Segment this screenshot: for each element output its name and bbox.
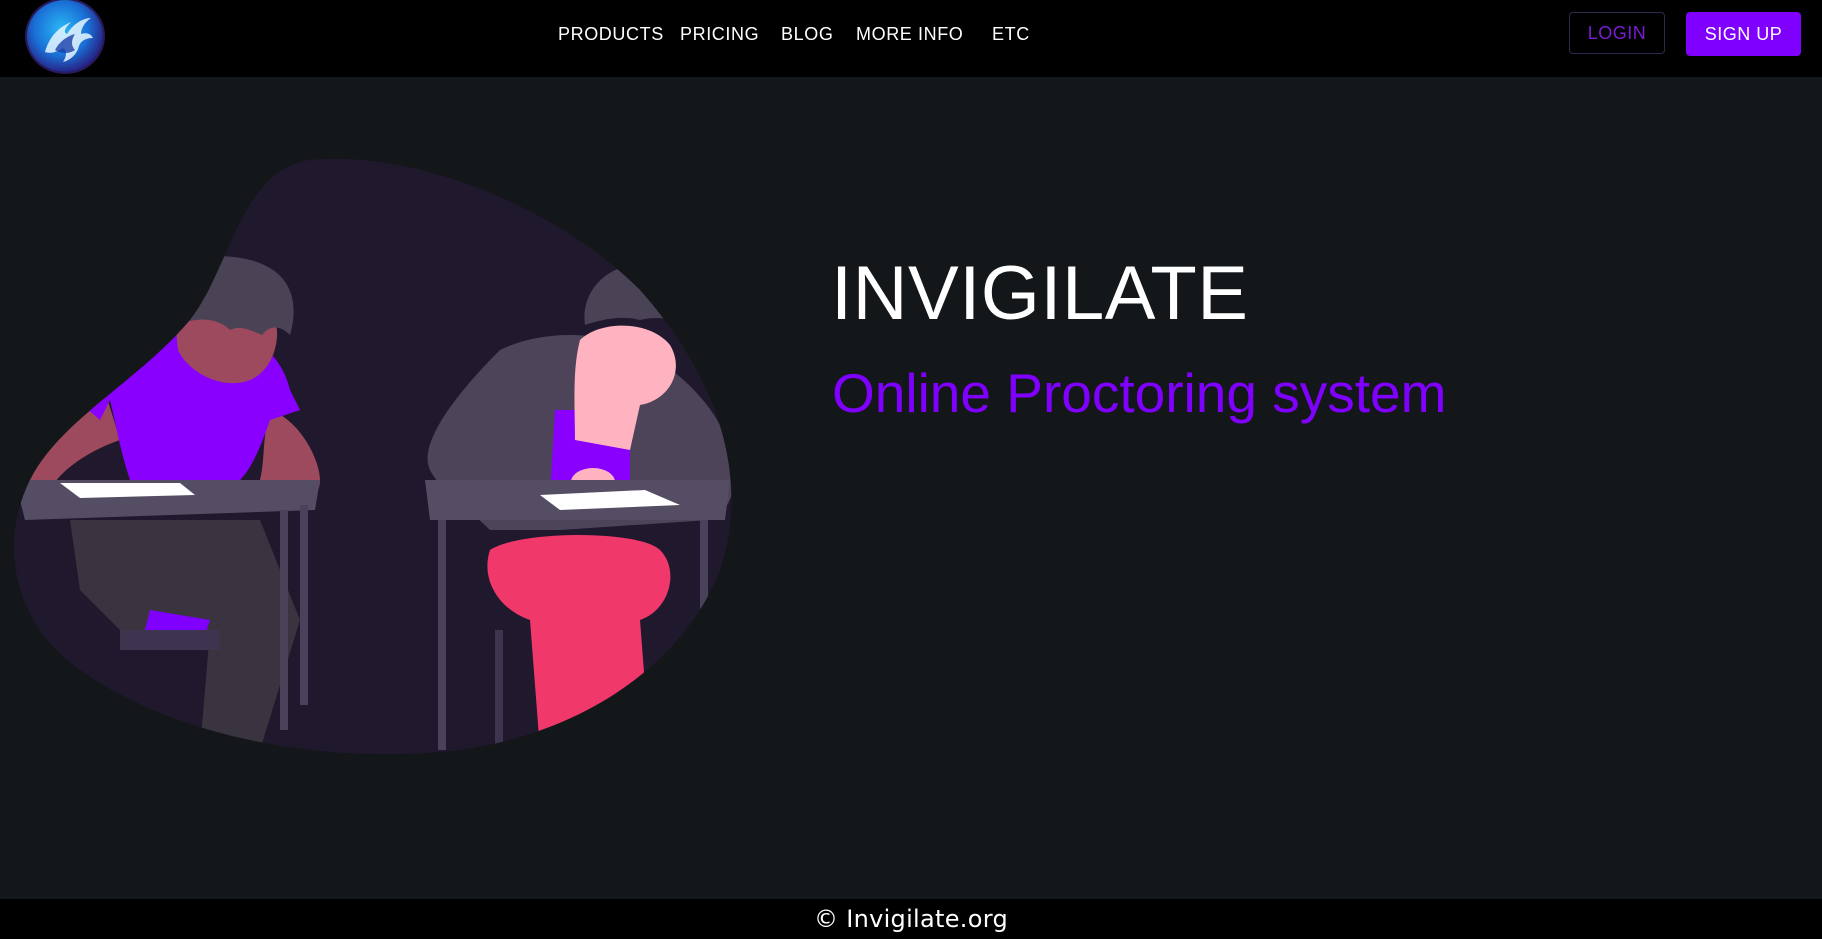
nav-link-etc[interactable]: ETC xyxy=(992,23,1030,45)
login-button[interactable]: LOGIN xyxy=(1569,12,1665,54)
nav-link-pricing[interactable]: PRICING xyxy=(680,23,759,45)
students-taking-exam-illustration xyxy=(0,150,760,760)
nav-link-more-info[interactable]: MORE INFO xyxy=(856,23,963,45)
footer-copyright: © Invigilate.org xyxy=(813,905,1009,933)
top-navbar: PRODUCTS PRICING BLOG MORE INFO ETC LOGI… xyxy=(0,0,1822,77)
footer: © Invigilate.org xyxy=(0,899,1822,939)
nav-link-products[interactable]: PRODUCTS xyxy=(558,23,664,45)
hero-title: INVIGILATE xyxy=(831,251,1249,336)
signup-button[interactable]: SIGN UP xyxy=(1686,12,1801,56)
hero-subtitle: Online Proctoring system xyxy=(832,362,1447,424)
nav-links: PRODUCTS PRICING BLOG MORE INFO ETC xyxy=(0,0,1822,68)
nav-link-blog[interactable]: BLOG xyxy=(781,23,833,45)
